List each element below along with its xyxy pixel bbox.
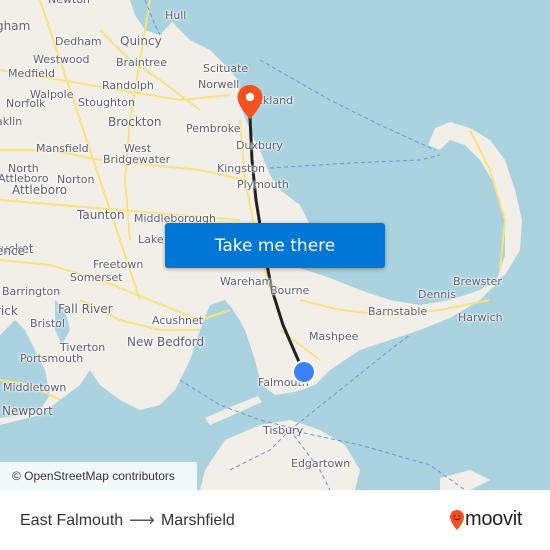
- place-label: rick: [0, 304, 18, 318]
- map-attribution[interactable]: © OpenStreetMap contributors: [0, 462, 197, 490]
- destination-name: Marshfield: [160, 511, 235, 529]
- footer-bar: East Falmouth ⟶ Marshfield moovit: [0, 490, 550, 550]
- place-label: Harwich: [458, 311, 503, 324]
- place-label: Freetown: [93, 258, 144, 271]
- place-label: Fall River: [58, 302, 113, 316]
- place-label: Mansfield: [36, 142, 89, 155]
- place-label: Norwell: [198, 78, 240, 91]
- moovit-pin-icon: [450, 509, 464, 530]
- place-label: Medfield: [8, 67, 55, 80]
- place-label: Somerset: [70, 271, 123, 284]
- map-view[interactable]: Newton Hull gham Dedham Quincy Westwood Braint…: [0, 0, 550, 490]
- place-label: Scituate: [203, 62, 249, 75]
- place-label: Braintree: [116, 56, 167, 69]
- place-label: Barrington: [2, 285, 61, 298]
- place-label: Brockton: [108, 115, 162, 129]
- origin-location-icon[interactable]: [290, 358, 318, 386]
- place-label: Brewster: [453, 275, 502, 288]
- place-label: Duxbury: [236, 139, 283, 152]
- place-label: Bridgewater: [103, 153, 171, 166]
- place-label: Mashpee: [309, 330, 359, 343]
- place-label: Stoughton: [78, 96, 135, 109]
- place-label: ence: [0, 244, 25, 258]
- place-label: New Bedford: [127, 335, 205, 349]
- place-label: Plymouth: [237, 178, 289, 191]
- place-label: Edgartown: [291, 457, 351, 470]
- place-label: Lake: [138, 233, 164, 246]
- place-label: Kingston: [217, 162, 265, 175]
- place-label: Attleboro: [12, 183, 68, 197]
- take-me-there-button[interactable]: Take me there: [165, 223, 385, 268]
- place-label: Dedham: [55, 35, 102, 48]
- place-label: Hull: [165, 9, 187, 22]
- place-label: Bristol: [30, 317, 65, 330]
- place-label: gham: [0, 19, 31, 33]
- route-summary: East Falmouth ⟶ Marshfield: [20, 510, 235, 531]
- destination-pin-icon[interactable]: [236, 84, 264, 120]
- place-label: Wareham: [220, 275, 273, 288]
- place-label: Westwood: [33, 53, 90, 66]
- place-label: Bourne: [270, 284, 310, 297]
- place-label: Newton: [48, 0, 90, 5]
- arrow-right-icon: ⟶: [129, 510, 155, 530]
- place-label: Taunton: [77, 208, 125, 222]
- place-label: Tisbury: [263, 424, 304, 437]
- place-label: Norfolk: [6, 97, 46, 110]
- origin-name: East Falmouth: [20, 511, 124, 529]
- attribution-text: © OpenStreetMap contributors: [12, 469, 175, 483]
- place-label: Randolph: [102, 79, 154, 92]
- brand-name: moovit: [465, 508, 523, 530]
- place-label: Portsmouth: [20, 352, 84, 365]
- place-label: aklin: [0, 115, 23, 128]
- place-label: Barnstable: [368, 305, 428, 318]
- place-label: Quincy: [120, 34, 162, 48]
- place-label: Dennis: [418, 288, 456, 301]
- moovit-logo[interactable]: moovit: [449, 508, 522, 531]
- place-label: Newport: [2, 404, 53, 418]
- place-label: Acushnet: [152, 314, 204, 327]
- place-label: Middletown: [3, 381, 67, 394]
- place-label: Pembroke: [186, 122, 241, 135]
